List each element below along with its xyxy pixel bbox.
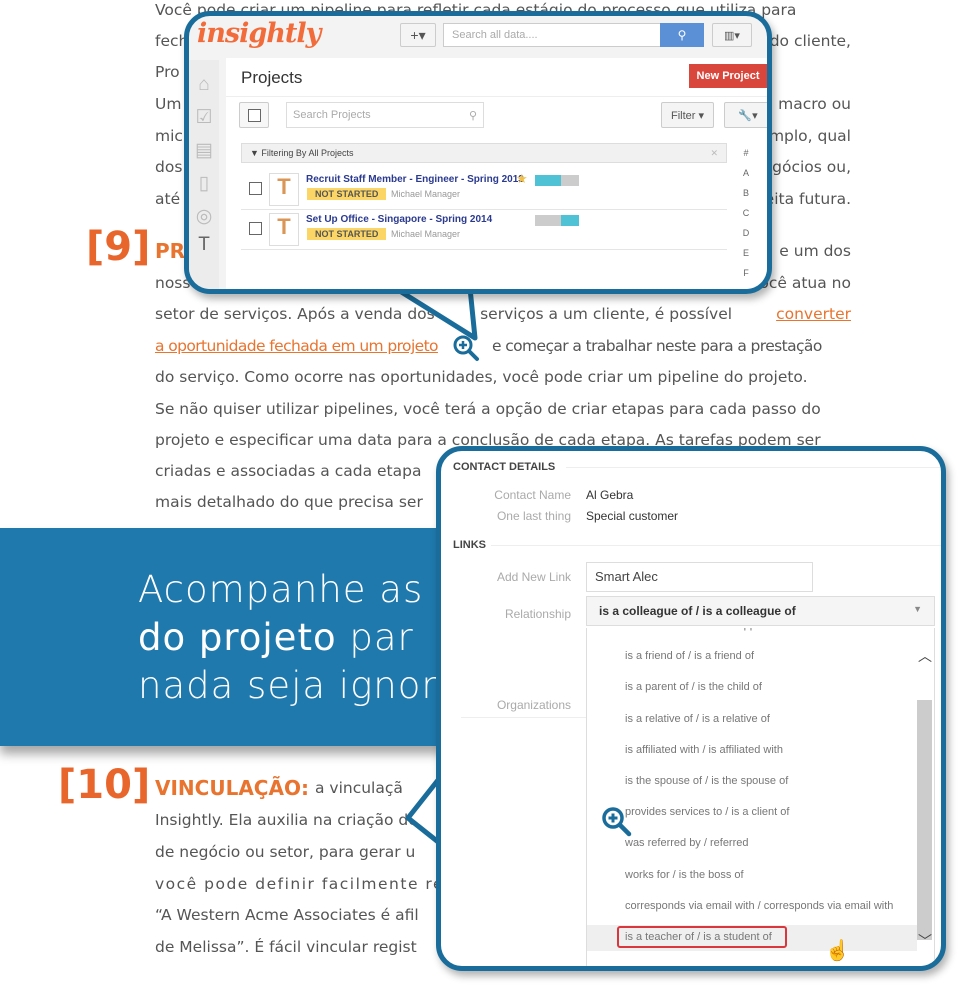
selected-value: is a colleague of / is a colleague of [599,604,796,618]
row-checkbox[interactable] [249,182,262,195]
scrollbar-thumb[interactable] [917,700,932,940]
alpha-index-item[interactable]: A [740,168,752,188]
row-checkbox[interactable] [249,222,262,235]
hand-cursor-icon: ☝ [825,940,850,962]
target-icon[interactable]: ◎ [189,205,219,228]
divider [566,467,941,468]
home-icon[interactable]: ⌂ [189,74,219,96]
scroll-down-icon[interactable]: ﹀ [918,931,932,951]
alpha-index-item[interactable]: # [740,148,752,168]
add-link-input[interactable]: Smart Alec [586,562,813,592]
relationship-option[interactable]: is a friend of / is a friend of [625,650,754,662]
relationship-option[interactable]: is a relative of / is a relative of [625,713,770,725]
chevron-down-icon: ▼ [913,604,922,614]
field-value: Al Gebra [586,488,634,502]
status-badge: NOT STARTED [307,188,387,200]
progress-bar [535,175,579,186]
page-title: Projects [241,68,303,87]
star-icon[interactable]: ★ [516,171,528,187]
relationship-option[interactable]: provides services to / is a client of [625,806,789,818]
project-name[interactable]: Set Up Office - Singapore - Spring 2014 [306,214,492,225]
field-label: Contact Name [494,488,571,502]
add-link-label: Add New Link [496,570,571,584]
divider [461,717,586,718]
relationship-option[interactable]: is a teacher of / is a student of [625,931,772,943]
zoom-in-icon[interactable] [601,806,637,845]
new-project-button[interactable]: New Project [689,64,767,88]
organizations-label: Organizations [496,698,571,712]
relationship-label: Relationship [504,607,571,621]
relationship-option[interactable]: is affiliated with / is affiliated with [625,744,783,756]
hammer-icon: T [269,213,299,246]
relationship-option[interactable]: works for / is the boss of [625,869,744,881]
alpha-index-item[interactable]: E [740,248,752,268]
status-badge: NOT STARTED [307,228,387,240]
funnel-icon: ▼ [250,148,262,158]
project-name[interactable]: Recruit Staff Member - Engineer - Spring… [306,174,524,185]
add-button[interactable]: +▾ [400,23,436,47]
tasks-icon[interactable]: ☑ [189,106,219,129]
alpha-index-item[interactable]: C [740,208,752,228]
insightly-logo: insightly [197,18,321,49]
links-screenshot-callout: CONTACT DETAILS Contact Name Al Gebra On… [436,446,946,971]
owner-name: Michael Manager [391,229,461,239]
select-all-checkbox[interactable] [239,102,269,128]
search-button[interactable]: ⚲ [660,23,704,47]
alpha-index-item[interactable]: F [740,268,752,288]
main-panel: Projects New Project Search Projects ⚲ Fi… [226,58,767,289]
section-contact-details: CONTACT DETAILS [453,461,556,473]
hammer-icon: T [269,173,299,206]
global-search-input[interactable]: Search all data.... [443,23,661,47]
divider [226,96,767,97]
relationship-dropdown[interactable]: ︿ ﹀ is a customer of / is a supplier to i… [586,628,935,966]
projects-hammer-icon[interactable]: T [189,234,219,256]
progress-bar [535,215,579,226]
project-row[interactable]: T Recruit Staff Member - Engineer - Spri… [241,170,727,210]
projects-screenshot-callout: insightly +▾ Search all data.... ⚲ ▥▾ ⌂ … [184,11,772,294]
alpha-index-item[interactable]: D [740,228,752,248]
alpha-index-item[interactable]: B [740,188,752,208]
placeholder: Search Projects [293,109,371,121]
clear-filter-icon[interactable]: ✕ [710,148,718,159]
sidebar: ⌂ ☑ ▤ ▯ ◎ T [189,60,219,289]
grid-menu-button[interactable]: ▥▾ [712,23,752,47]
relationship-option[interactable]: is a parent of / is the child of [625,681,762,693]
scroll-up-icon[interactable]: ︿ [918,646,932,666]
relationship-option[interactable]: was referred by / referred [625,837,749,849]
filter-text: Filtering By All Projects [261,148,354,158]
field-label: One last thing [496,509,571,523]
wrench-menu-button[interactable]: 🔧▾ [724,102,767,128]
search-projects-input[interactable]: Search Projects ⚲ [286,102,484,128]
search-icon: ⚲ [468,110,477,122]
section-links: LINKS [453,539,486,551]
relationship-option[interactable]: corresponds via email with / corresponds… [625,900,893,912]
filter-bar: ▼ Filtering By All Projects ✕ [241,143,727,163]
filter-button[interactable]: Filter ▾ [661,102,714,128]
project-row[interactable]: T Set Up Office - Singapore - Spring 201… [241,210,727,250]
field-value: Special customer [586,509,679,523]
relationship-option[interactable]: is a customer of / is a supplier to [625,628,783,631]
owner-name: Michael Manager [391,189,461,199]
relationship-option[interactable]: is the spouse of / is the spouse of [625,775,788,787]
divider [491,545,941,546]
relationship-select[interactable]: is a colleague of / is a colleague of ▼ [586,596,935,626]
organizations-icon[interactable]: ▯ [189,172,219,195]
contacts-icon[interactable]: ▤ [189,139,219,162]
